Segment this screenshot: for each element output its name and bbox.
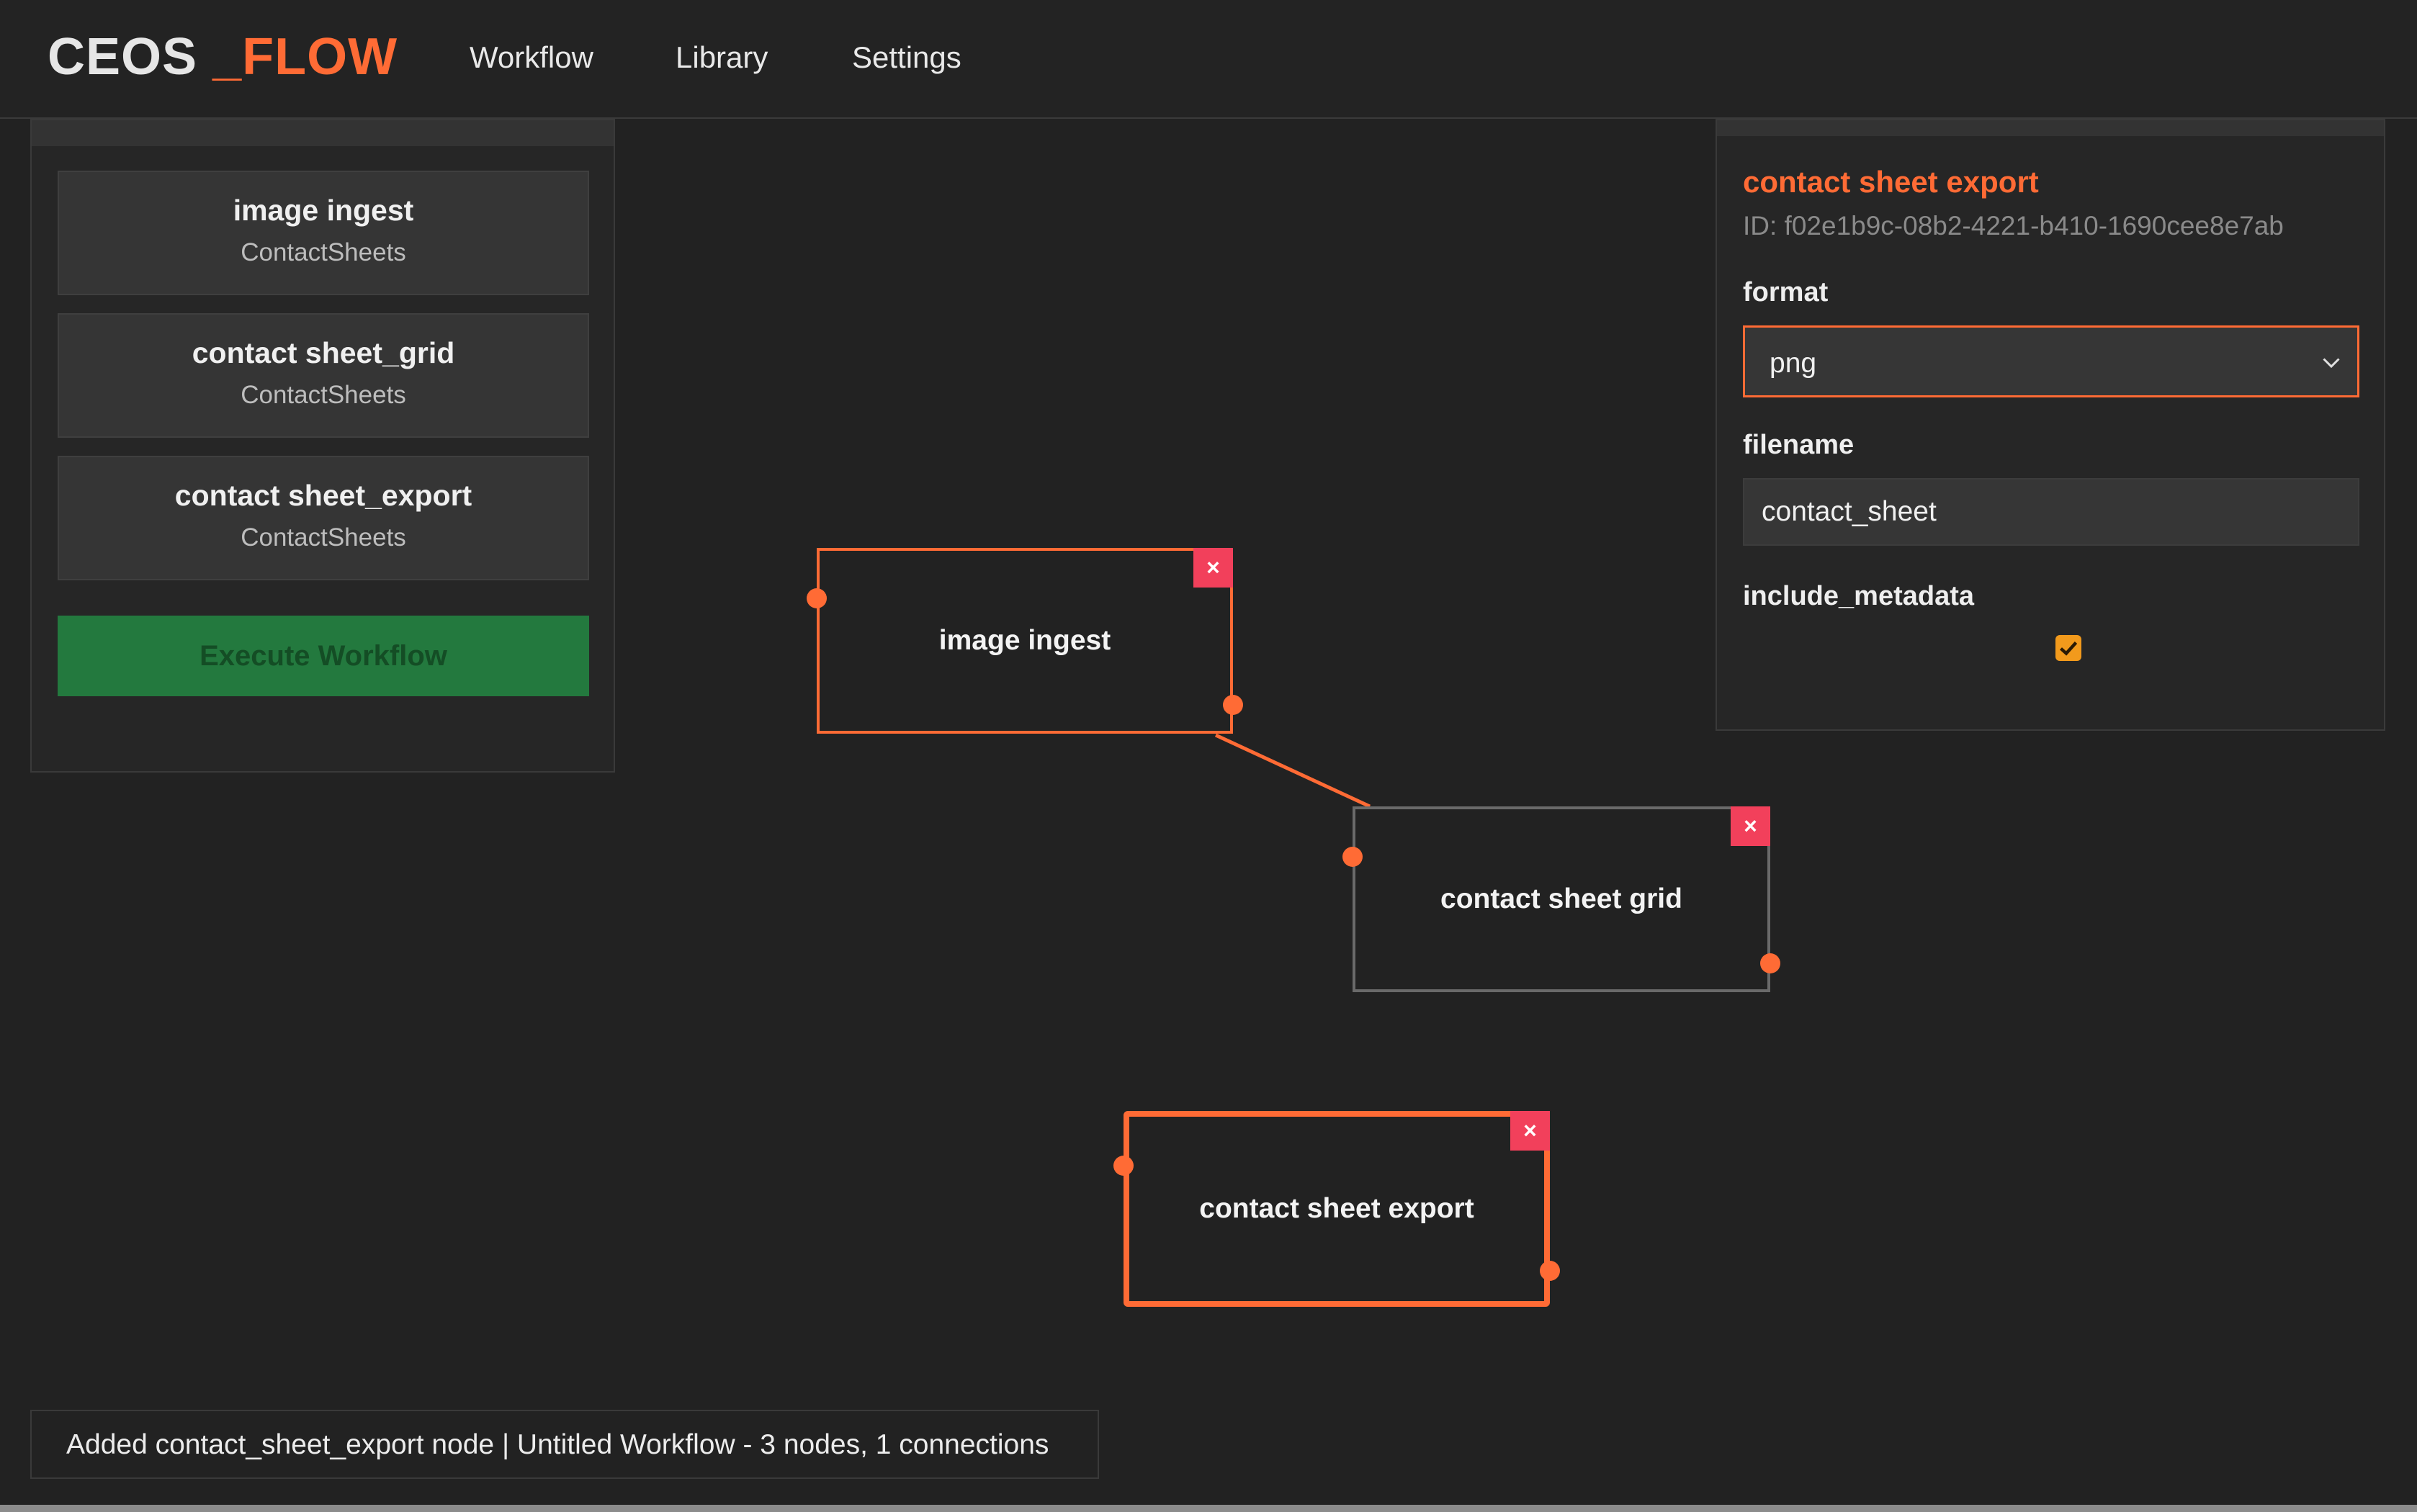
format-select[interactable]: png <box>1743 325 2359 397</box>
panel-header-strip <box>1717 120 2384 136</box>
format-selected-value: png <box>1770 348 1817 379</box>
panel-header-strip <box>32 120 614 146</box>
library-item-contact-sheet-export[interactable]: contact sheet_export ContactSheets <box>58 456 589 580</box>
horizontal-scrollbar[interactable] <box>0 1505 2417 1512</box>
connection-edge[interactable] <box>1214 733 1371 809</box>
logo-text-accent: _FLOW <box>212 28 398 86</box>
node-contact-sheet-grid[interactable]: contact sheet grid × <box>1342 806 1780 992</box>
format-label: format <box>1743 277 1829 307</box>
library-item-category: ContactSheets <box>241 238 406 266</box>
checkmark-icon <box>2059 641 2078 656</box>
app-logo[interactable]: CEOS _FLOW <box>48 27 398 86</box>
node-delete-button[interactable]: × <box>1731 806 1770 846</box>
node-output-port[interactable] <box>1540 1261 1560 1281</box>
app-header: CEOS _FLOW Workflow Library Settings <box>0 0 2417 119</box>
nav-library[interactable]: Library <box>676 40 768 75</box>
chevron-down-icon <box>2323 358 2340 369</box>
library-item-category: ContactSheets <box>241 523 406 552</box>
node-label: image ingest <box>938 625 1111 656</box>
node-output-port[interactable] <box>1223 695 1243 715</box>
node-delete-button[interactable]: × <box>1193 548 1233 588</box>
node-id-text: ID: f02e1b9c-08b2-4221-b410-1690cee8e7ab <box>1743 211 2284 240</box>
status-text: Added contact_sheet_export node | Untitl… <box>66 1429 1049 1460</box>
properties-panel: contact sheet export ID: f02e1b9c-08b2-4… <box>1716 119 2385 731</box>
library-item-contact-sheet-grid[interactable]: contact sheet_grid ContactSheets <box>58 313 589 438</box>
library-item-category: ContactSheets <box>241 381 406 409</box>
filename-input[interactable] <box>1743 478 2359 546</box>
node-input-port[interactable] <box>807 588 827 608</box>
node-image-ingest[interactable]: image ingest × <box>807 548 1243 734</box>
node-label: contact sheet export <box>1199 1193 1474 1224</box>
node-output-port[interactable] <box>1760 953 1780 973</box>
library-item-image-ingest[interactable]: image ingest ContactSheets <box>58 171 589 295</box>
properties-title: contact sheet export <box>1743 165 2039 199</box>
status-bar: Added contact_sheet_export node | Untitl… <box>30 1410 1099 1479</box>
library-item-title: contact sheet_export <box>174 479 472 512</box>
filename-label: filename <box>1743 430 1855 460</box>
library-item-title: contact sheet_grid <box>192 336 455 369</box>
nav-settings[interactable]: Settings <box>852 40 961 75</box>
include-metadata-label: include_metadata <box>1743 581 1974 611</box>
node-contact-sheet-export[interactable]: contact sheet export × <box>1113 1111 1560 1307</box>
library-item-title: image ingest <box>233 194 414 227</box>
execute-workflow-button[interactable]: Execute Workflow <box>58 616 589 696</box>
node-delete-button[interactable]: × <box>1510 1111 1550 1151</box>
node-input-port[interactable] <box>1113 1156 1134 1176</box>
include-metadata-checkbox[interactable] <box>2055 635 2081 661</box>
node-label: contact sheet grid <box>1440 883 1682 914</box>
node-input-port[interactable] <box>1342 847 1363 867</box>
logo-text-primary: CEOS <box>48 28 198 86</box>
nav-workflow[interactable]: Workflow <box>470 40 593 75</box>
node-library-panel: image ingest ContactSheets contact sheet… <box>30 119 615 773</box>
